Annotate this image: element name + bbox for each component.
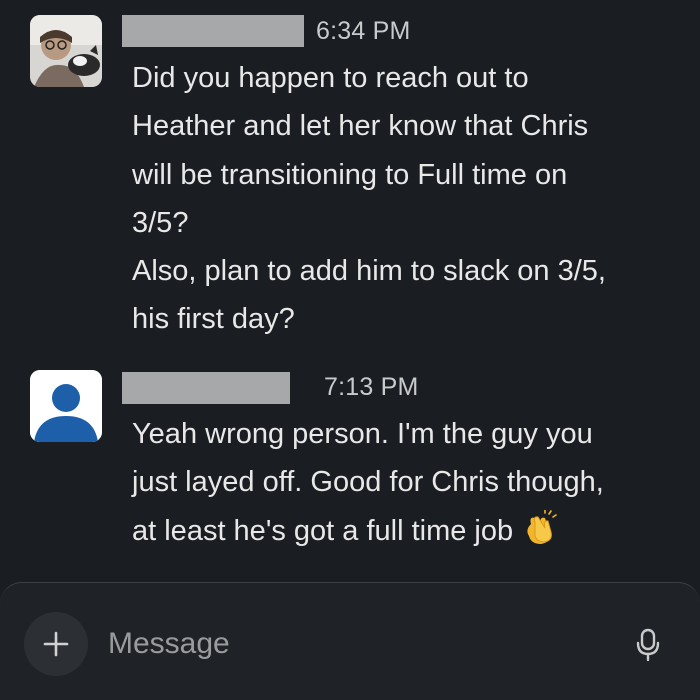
sender-name-redacted <box>122 15 304 47</box>
message-line: his first day? <box>132 303 295 336</box>
avatar[interactable] <box>30 15 102 87</box>
message-line: Also, plan to add him to slack on 3/5, <box>132 255 606 288</box>
message-line: Yeah wrong person. I'm the guy you <box>132 418 593 450</box>
clapping-hands-icon <box>521 508 557 561</box>
chat-screen: 6:34 PM Did you happen to reach out to H… <box>0 0 700 700</box>
plus-icon <box>43 631 69 657</box>
message-timestamp: 7:13 PM <box>324 373 419 401</box>
message-line: 3/5? <box>132 206 189 239</box>
message-line: Heather and let her know that Chris <box>132 110 589 143</box>
message-line: just layed off. Good for Chris though, <box>132 466 604 499</box>
message-line: Did you happen to reach out to <box>132 62 529 94</box>
message-line: at least he's got a full time job <box>132 514 514 547</box>
avatar[interactable] <box>30 370 102 442</box>
message-input[interactable] <box>108 621 588 667</box>
photo-avatar-image <box>30 15 102 87</box>
message-composer <box>0 582 700 700</box>
default-user-avatar-icon <box>30 370 102 442</box>
add-attachment-button[interactable] <box>24 612 88 676</box>
sender-name-redacted <box>122 372 290 404</box>
message-timestamp: 6:34 PM <box>316 17 411 45</box>
message-text: Yeah wrong person. I'm the guy you just … <box>132 410 682 561</box>
message-line: will be transitioning to Full time on <box>132 158 568 191</box>
microphone-button[interactable] <box>628 623 668 667</box>
message-text: Did you happen to reach out to Heather a… <box>132 54 682 344</box>
microphone-icon <box>636 628 660 662</box>
